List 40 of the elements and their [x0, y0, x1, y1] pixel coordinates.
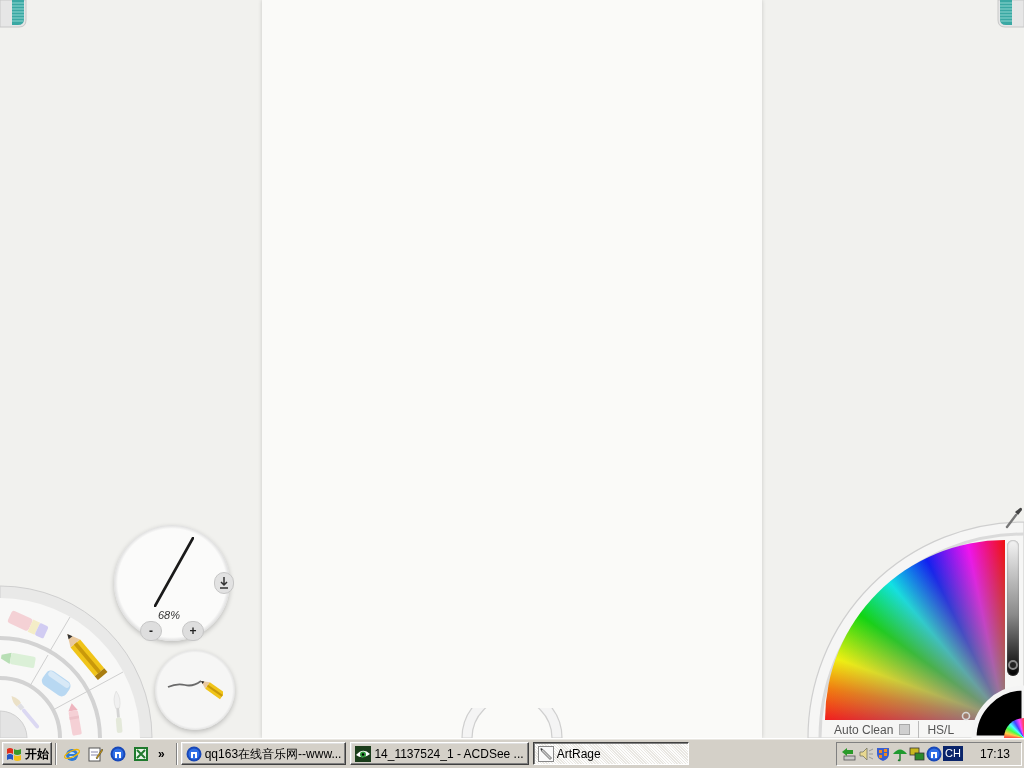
eye-icon [355, 745, 372, 762]
marker-tool[interactable] [0, 652, 36, 669]
spreadsheet-icon[interactable] [133, 745, 149, 762]
crayon-tool[interactable] [68, 703, 82, 736]
tool-preview-button[interactable] [155, 650, 235, 730]
pin-button[interactable] [214, 572, 234, 594]
lightness-slider[interactable] [1007, 540, 1019, 676]
decrease-size-button[interactable]: - [140, 621, 162, 641]
pencil-tool[interactable] [67, 633, 108, 681]
down-arrow-icon [219, 577, 229, 589]
circle-logo-icon[interactable] [110, 745, 126, 762]
speaker-icon [858, 745, 874, 762]
clock: 17:13 [979, 745, 1010, 763]
color-mode-toggle[interactable]: HS/L [927, 722, 955, 737]
auto-clean-label: Auto Clean [834, 722, 894, 737]
slider-thumb[interactable] [1008, 660, 1018, 671]
color-marker-icon[interactable] [961, 711, 971, 721]
increase-size-button[interactable]: + [182, 621, 204, 641]
brush-size-reading: 68% [158, 609, 181, 622]
language-indicator[interactable]: CH [943, 746, 963, 761]
panel-handle[interactable] [996, 0, 1024, 28]
taskbar-button[interactable]: qq163在线音乐网--www... [180, 742, 347, 765]
notepad-icon[interactable] [87, 745, 103, 762]
taskbar-button[interactable]: 14_1137524_1 - ACDSee ... [350, 742, 529, 765]
flag-icon [6, 745, 22, 762]
pencil-icon [537, 745, 554, 762]
monitors-icon [909, 745, 925, 762]
arrow-tray-icon [841, 745, 857, 762]
pencil-stroke-icon [167, 678, 223, 702]
eraser-tool[interactable] [6, 609, 49, 639]
brush-stroke-icon [154, 537, 194, 607]
eyedropper-icon[interactable] [1003, 506, 1023, 530]
circle-logo-icon [926, 745, 942, 762]
start-button[interactable]: 开始 [2, 742, 52, 765]
taskbar-button[interactable]: ArtRage [532, 742, 689, 765]
auto-clean-checkbox[interactable] [899, 724, 911, 735]
shield-icon [875, 745, 891, 762]
panel-handle[interactable] [0, 0, 28, 28]
more-button[interactable]: » [156, 746, 167, 761]
circle-logo-icon [185, 745, 202, 762]
